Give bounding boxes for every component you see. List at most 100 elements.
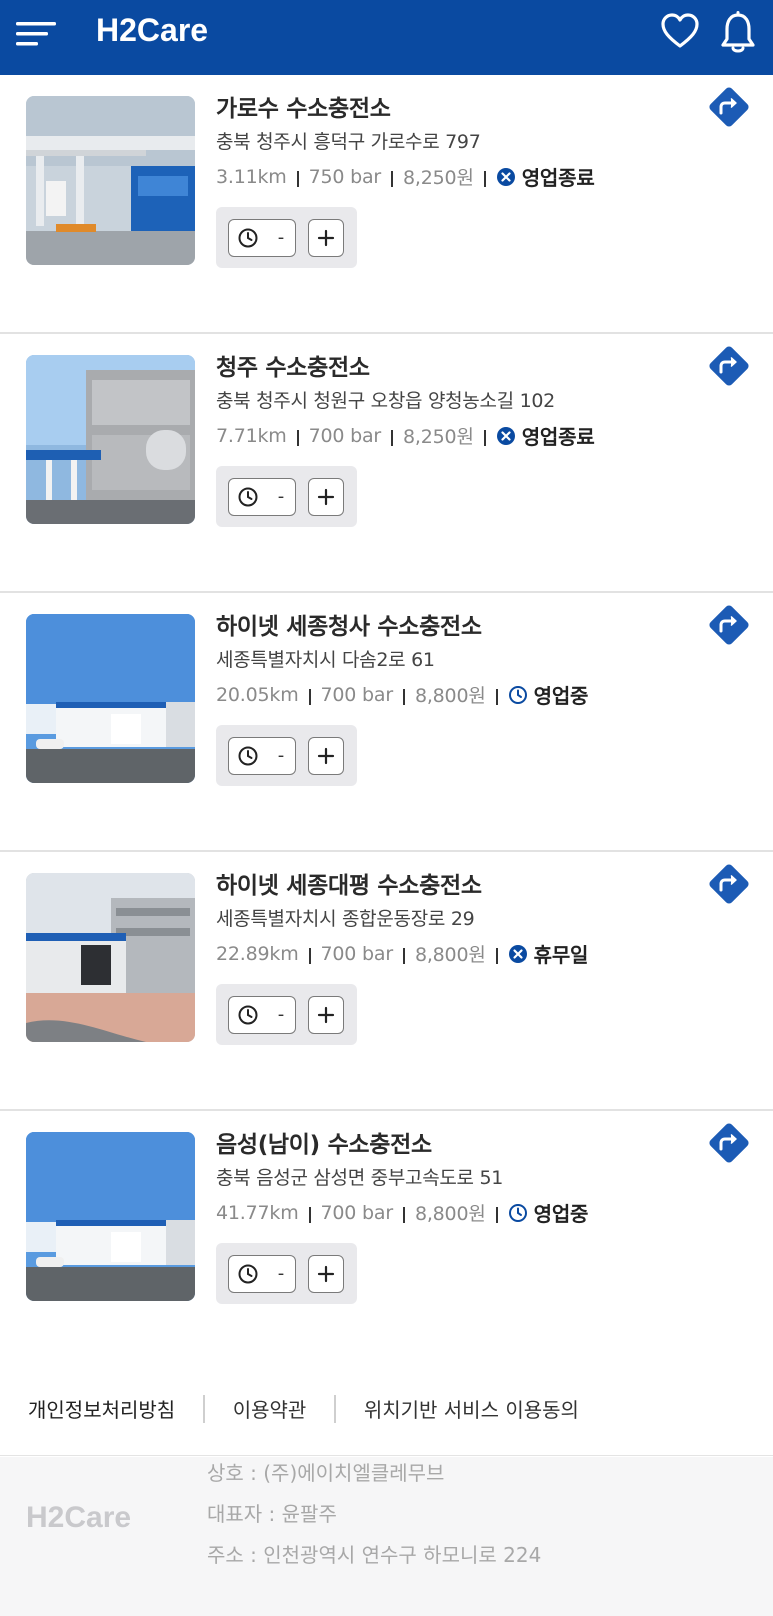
divider [296, 429, 299, 446]
station-photo[interactable] [26, 96, 195, 265]
plus-button[interactable] [308, 478, 344, 516]
station-item[interactable]: 하이넷 세종대평 수소충전소 세종특별자치시 종합운동장로 29 22.89km… [0, 852, 773, 1111]
station-price: 8,800원 [414, 1203, 486, 1225]
clock-icon [238, 1264, 258, 1284]
company-name: 상호 : (주)에이치엘클레무브 [207, 1461, 445, 1485]
clock-button[interactable] [228, 737, 268, 775]
station-distance: 20.05km [216, 683, 299, 706]
closed-x-icon [496, 167, 515, 186]
station-distance: 3.11km [216, 165, 287, 188]
divider [402, 688, 405, 705]
status-badge: 휴무일 [508, 939, 588, 968]
privacy-policy-link[interactable]: 개인정보처리방침 [28, 1394, 175, 1423]
station-price: 8,250원 [403, 167, 474, 189]
station-photo[interactable] [26, 614, 195, 783]
plus-icon [317, 1006, 335, 1024]
footer-links: 개인정보처리방침 이용약관 위치기반 서비스 이용동의 [0, 1362, 773, 1456]
divider [483, 429, 486, 446]
station-address: 세종특별자치시 종합운동장로 29 [216, 908, 475, 930]
status-badge: 영업종료 [496, 421, 595, 450]
time-control: - [216, 466, 357, 527]
company-ceo: 대표자 : 윤팔주 [207, 1502, 337, 1526]
footer-info: H2Care 상호 : (주)에이치엘클레무브 대표자 : 윤팔주 주소 : 인… [0, 1457, 773, 1616]
station-name: 청주 수소충전소 [216, 355, 370, 381]
station-photo[interactable] [26, 355, 195, 524]
divider [495, 1206, 498, 1223]
station-list: 가로수 수소충전소 충북 청주시 흥덕구 가로수로 797 3.11km 750… [0, 75, 773, 1382]
clock-button[interactable] [228, 996, 268, 1034]
h2care-logo[interactable]: H2Care [96, 8, 236, 52]
station-pressure: 700 bar [320, 1201, 394, 1224]
plus-icon [317, 1265, 335, 1283]
plus-button[interactable] [308, 219, 344, 257]
status-text: 영업종료 [521, 425, 595, 449]
divider [308, 688, 311, 705]
divider [402, 1206, 405, 1223]
station-meta: 41.77km 700 bar 8,800원 영업중 [216, 1198, 588, 1227]
divider [483, 170, 486, 187]
plus-button[interactable] [308, 996, 344, 1034]
station-name: 가로수 수소충전소 [216, 96, 391, 122]
company-address: 주소 : 인천광역시 연수구 하모니로 224 [207, 1543, 542, 1567]
app-header: H2Care [0, 0, 773, 75]
station-distance: 7.71km [216, 424, 287, 447]
status-badge: 영업종료 [496, 162, 595, 191]
minus-button[interactable]: - [267, 219, 296, 257]
station-price: 8,800원 [414, 944, 486, 966]
status-text: 영업중 [533, 1202, 589, 1226]
time-control: - [216, 207, 357, 268]
status-text: 영업중 [533, 684, 589, 708]
station-photo[interactable] [26, 873, 195, 1042]
navigate-directions-icon[interactable] [706, 343, 752, 389]
plus-icon [317, 229, 335, 247]
divider [334, 1394, 336, 1423]
navigate-directions-icon[interactable] [706, 861, 752, 907]
navigate-directions-icon[interactable] [706, 84, 752, 130]
status-badge: 영업중 [508, 680, 589, 709]
divider [308, 947, 311, 964]
location-consent-link[interactable]: 위치기반 서비스 이용동의 [364, 1394, 579, 1423]
station-address: 충북 청주시 흥덕구 가로수로 797 [216, 131, 481, 153]
divider [391, 429, 394, 446]
station-pressure: 700 bar [308, 424, 382, 447]
bell-icon[interactable] [718, 10, 758, 56]
minus-button[interactable]: - [267, 737, 296, 775]
clock-icon [238, 228, 258, 248]
divider [203, 1394, 205, 1423]
divider [402, 947, 405, 964]
status-badge: 영업중 [508, 1198, 589, 1227]
plus-button[interactable] [308, 737, 344, 775]
time-control: - [216, 984, 357, 1045]
time-control: - [216, 1243, 357, 1304]
minus-button[interactable]: - [267, 478, 296, 516]
station-item[interactable]: 음성(남이) 수소충전소 충북 음성군 삼성면 중부고속도로 51 41.77k… [0, 1111, 773, 1382]
clock-button[interactable] [228, 1255, 268, 1293]
station-price: 8,800원 [414, 685, 486, 707]
divider [495, 688, 498, 705]
station-photo[interactable] [26, 1132, 195, 1301]
station-item[interactable]: 하이넷 세종청사 수소충전소 세종특별자치시 다솜2로 61 20.05km 7… [0, 593, 773, 852]
clock-button[interactable] [228, 219, 268, 257]
status-text: 영업종료 [521, 166, 595, 190]
clock-button[interactable] [228, 478, 268, 516]
menu-icon[interactable] [16, 18, 58, 48]
minus-button[interactable]: - [267, 1255, 296, 1293]
station-item[interactable]: 청주 수소충전소 충북 청주시 청원구 오창읍 양청농소길 102 7.71km… [0, 334, 773, 593]
navigate-directions-icon[interactable] [706, 1120, 752, 1166]
station-item[interactable]: 가로수 수소충전소 충북 청주시 흥덕구 가로수로 797 3.11km 750… [0, 75, 773, 334]
heart-icon[interactable] [660, 12, 700, 52]
station-meta: 3.11km 750 bar 8,250원 영업종료 [216, 162, 595, 191]
navigate-directions-icon[interactable] [706, 602, 752, 648]
station-name: 하이넷 세종대평 수소충전소 [216, 873, 482, 899]
footer-logo: H2Care [26, 1501, 131, 1534]
plus-button[interactable] [308, 1255, 344, 1293]
divider [495, 947, 498, 964]
station-pressure: 750 bar [308, 165, 382, 188]
terms-link[interactable]: 이용약관 [233, 1394, 307, 1423]
station-price: 8,250원 [403, 426, 474, 448]
clock-icon [238, 1005, 258, 1025]
minus-button[interactable]: - [267, 996, 296, 1034]
clock-icon [238, 746, 258, 766]
station-distance: 22.89km [216, 942, 299, 965]
clock-icon [508, 1203, 527, 1222]
